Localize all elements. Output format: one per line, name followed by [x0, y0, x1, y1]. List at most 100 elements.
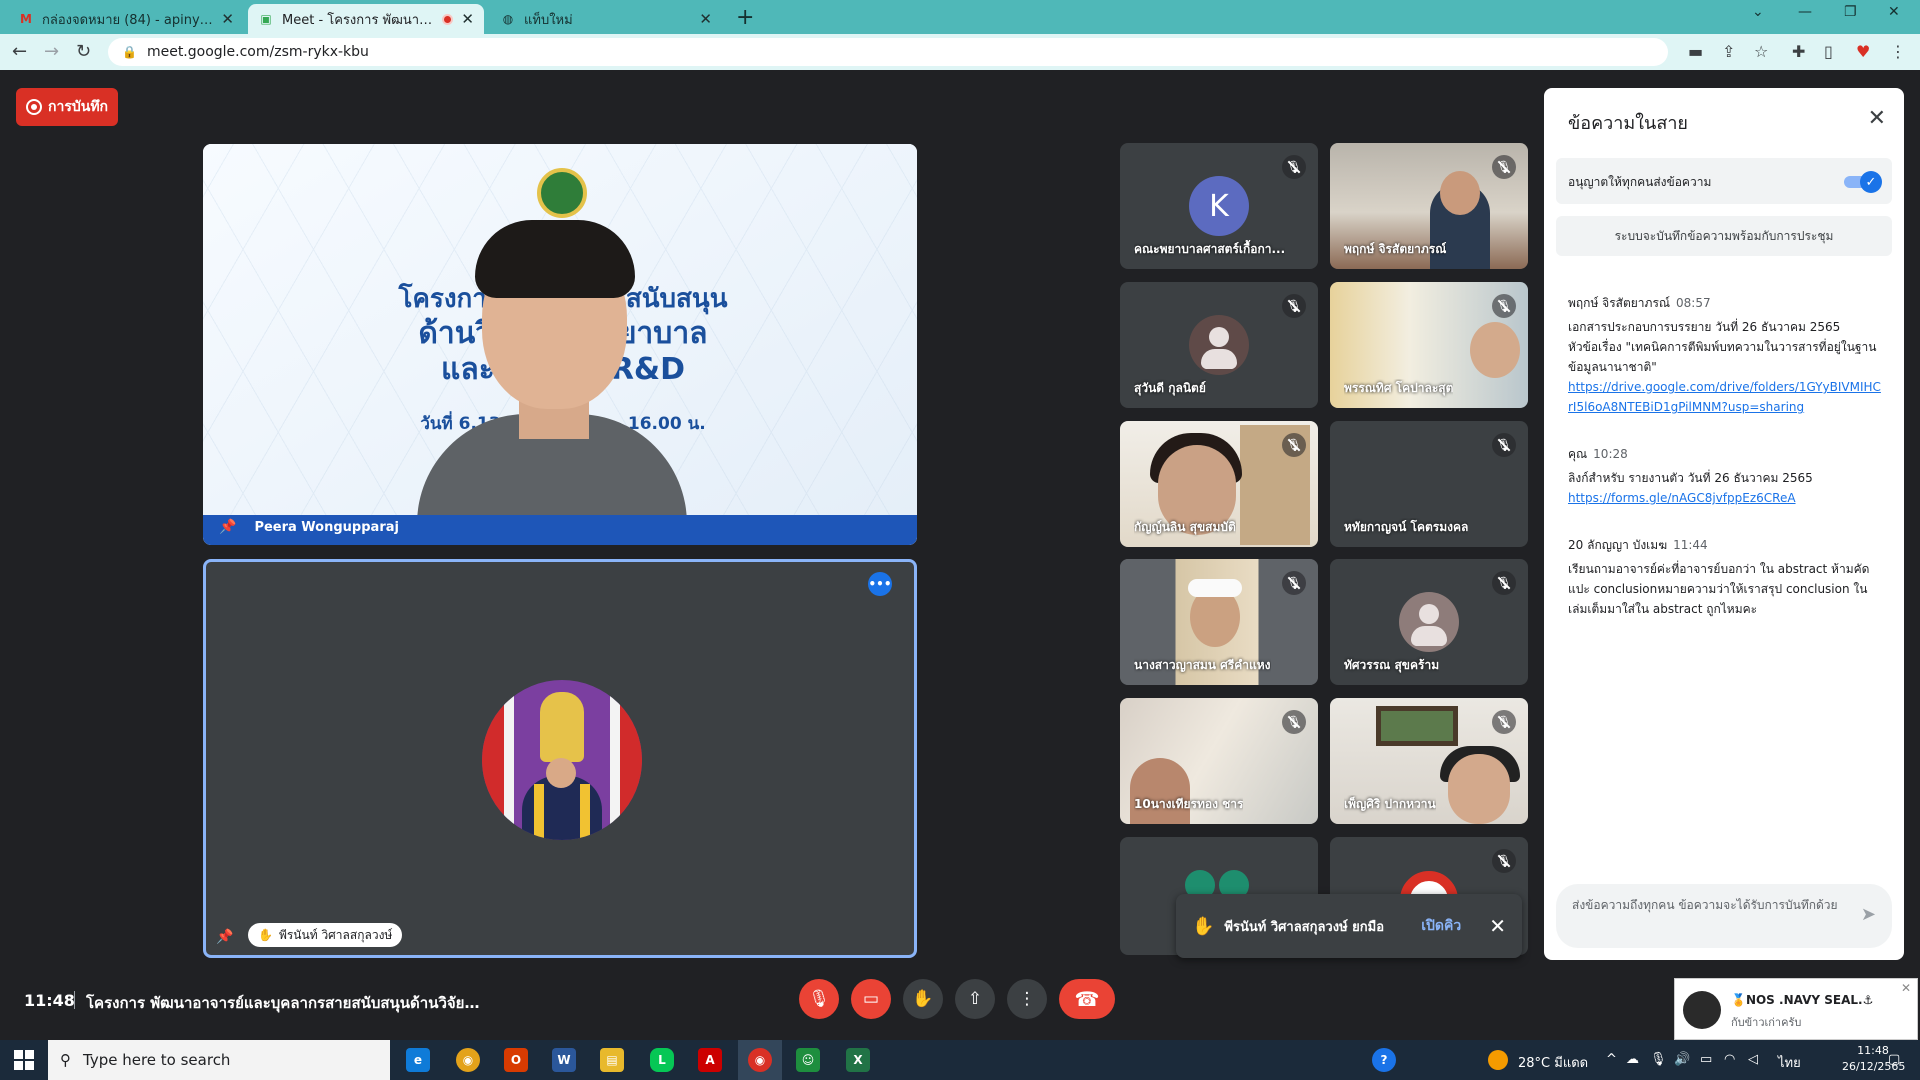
sidepanel-icon[interactable]: ▯ [1824, 42, 1833, 61]
restore-icon[interactable]: ❐ [1844, 4, 1857, 20]
message-time: 11:44 [1673, 538, 1708, 552]
wifi-icon[interactable]: ◠ [1724, 1052, 1735, 1067]
close-icon[interactable]: ✕ [1868, 106, 1886, 131]
weather-text[interactable]: 28°C มีแดด [1518, 1052, 1588, 1073]
pin-icon[interactable]: 📌 [216, 929, 233, 945]
muted-mic-icon: 🎙 [1492, 433, 1516, 457]
participant-tile[interactable]: 🎙 ทัศวรรณ สุขคร้าม [1330, 559, 1528, 685]
menu-dots-icon[interactable]: ⋮ [1890, 42, 1906, 61]
input-language[interactable]: ไทย [1778, 1052, 1801, 1073]
extensions-icon[interactable]: ✚ [1792, 42, 1805, 61]
camera-off-button[interactable]: ▭ [851, 979, 891, 1019]
browser-tab-strip: M กล่องจดหมาย (84) - apinya.kae@n ✕ ▣ Me… [0, 0, 1920, 34]
participant-tile[interactable]: 🎙 นางสาวญาสมน ศรีคำแหง [1120, 559, 1318, 685]
present-button[interactable]: ⇧ [955, 979, 995, 1019]
edge-icon[interactable]: e [406, 1048, 430, 1072]
message-input[interactable]: ส่งข้อความถึงทุกคน ข้อความจะได้รับการบัน… [1556, 884, 1892, 948]
pin-icon[interactable]: 📌 [219, 519, 236, 535]
participant-tile[interactable]: 🎙 สุวันดี กุลนิตย์ [1120, 282, 1318, 408]
avatar [1683, 991, 1721, 1029]
help-icon[interactable]: ? [1372, 1048, 1396, 1072]
participant-name: 10นางเทียรทอง ชาร [1134, 797, 1244, 811]
tab-new[interactable]: ◍ แท็บใหม่ ✕ [490, 4, 722, 34]
meet-icon: ▣ [260, 12, 272, 26]
participant-tile[interactable]: K 🎙 คณะพยาบาลศาสตร์เกื้อกา... [1120, 143, 1318, 269]
tray-chevron-icon[interactable]: ^ [1606, 1052, 1617, 1067]
bookmark-star-icon[interactable]: ☆ [1754, 42, 1768, 61]
network-icon[interactable]: ☁ [1626, 1052, 1639, 1067]
more-options-icon[interactable]: ••• [868, 572, 892, 596]
participant-tile[interactable]: 🎙 กัญญ์นลิน สุขสมบัติ [1120, 421, 1318, 547]
notifications-icon[interactable]: ▢ [1888, 1052, 1900, 1067]
word-icon[interactable]: W [552, 1048, 576, 1072]
close-icon[interactable]: ✕ [1489, 914, 1506, 938]
excel-icon[interactable]: X [846, 1048, 870, 1072]
url-text: meet.google.com/zsm-rykx-kbu [146, 44, 369, 60]
mic-icon[interactable]: 🎙 [1650, 1052, 1667, 1067]
address-bar-row: ← → ↻ 🔒 meet.google.com/zsm-rykx-kbu ▬ ⇪… [0, 34, 1920, 70]
taskbar-search-input[interactable]: ⚲ Type here to search [48, 1040, 390, 1080]
close-tab-icon[interactable]: ✕ [699, 10, 712, 28]
record-icon [26, 99, 42, 115]
muted-mic-icon: 🎙 [1492, 710, 1516, 734]
participant-tile[interactable]: 🎙 พฤกษ์ จิรสัตยาภรณ์ [1330, 143, 1528, 269]
back-icon[interactable]: ← [12, 41, 27, 62]
chat-notification[interactable]: 🏅NOS .NAVY SEAL.⚓ กับข้าวเก่าครับ ✕ [1674, 978, 1918, 1040]
control-bar: 11:48 โครงการ พัฒนาอาจารย์และบุคลากรสายส… [0, 965, 1920, 1035]
chat-message: พฤกษ์ จิรสัตยาภรณ์ 08:57 เอกสารประกอบการบร… [1568, 294, 1884, 417]
minimize-icon[interactable]: — [1798, 4, 1812, 20]
url-field[interactable]: 🔒 meet.google.com/zsm-rykx-kbu [108, 38, 1668, 66]
message-link[interactable]: https://forms.gle/nAGC8jvfppEz6CReA [1568, 488, 1884, 508]
line-icon[interactable]: L [650, 1048, 674, 1072]
microphone-off-button[interactable]: 🎙 [799, 979, 839, 1019]
extension-icon[interactable]: ♥ [1856, 42, 1870, 61]
share-icon[interactable]: ⇪ [1722, 42, 1735, 61]
message-list: พฤกษ์ จิรสัตยาภรณ์ 08:57 เอกสารประกอบการบร… [1568, 294, 1884, 647]
muted-mic-icon: 🎙 [1492, 155, 1516, 179]
acrobat-icon[interactable]: A [698, 1048, 722, 1072]
volume-icon[interactable]: 🔊 [1674, 1052, 1690, 1067]
send-icon[interactable]: ➤ [1861, 904, 1876, 925]
recording-info: ระบบจะบันทึกข้อความพร้อมกับการประชุม [1556, 216, 1892, 256]
active-speaker-tile[interactable]: ••• 📌 ✋ พีรนันท์ วิศาลสกุลวงษ์ [203, 559, 917, 958]
more-options-button[interactable]: ⋮ [1007, 979, 1047, 1019]
close-window-icon[interactable]: ✕ [1888, 4, 1900, 20]
tab-search-icon[interactable]: ⌄ [1752, 4, 1764, 20]
participant-tile[interactable]: 🎙 10นางเทียรทอง ชาร [1120, 698, 1318, 824]
close-tab-icon[interactable]: ✕ [461, 10, 474, 28]
reload-icon[interactable]: ↻ [76, 41, 91, 62]
message-text: ข้อมูลนานาชาติ" [1568, 360, 1657, 374]
notification-sender: 🏅NOS .NAVY SEAL.⚓ [1731, 993, 1874, 1007]
tab-gmail[interactable]: M กล่องจดหมาย (84) - apinya.kae@n ✕ [8, 4, 244, 34]
close-icon[interactable]: ✕ [1901, 981, 1911, 995]
allow-messages-toggle[interactable]: ✓ [1844, 171, 1882, 193]
muted-mic-icon: 🎙 [1282, 294, 1306, 318]
participant-name: พีรนันท์ วิศาลสกุลวงษ์ [278, 927, 393, 942]
contacts-icon[interactable]: ☺ [796, 1048, 820, 1072]
participant-tile[interactable]: 🎙 หทัยกาญจน์ โคตรมงคล [1330, 421, 1528, 547]
chrome-active-icon[interactable]: ◉ [748, 1048, 772, 1072]
chrome-icon[interactable]: ◉ [456, 1048, 480, 1072]
raise-hand-toast: ✋ พีรนันท์ วิศาลสกุลวงษ์ ยกมือ เปิดคิว ✕ [1176, 894, 1522, 958]
file-explorer-icon[interactable]: ▤ [600, 1048, 624, 1072]
recording-button[interactable]: การบันทึก [16, 88, 118, 126]
raise-hand-button[interactable]: ✋ [903, 979, 943, 1019]
close-tab-icon[interactable]: ✕ [221, 10, 234, 28]
office-icon[interactable]: O [504, 1048, 528, 1072]
speaker-icon[interactable]: ◁ [1748, 1052, 1758, 1067]
forward-icon[interactable]: → [44, 41, 59, 62]
leave-call-button[interactable]: ☎ [1059, 979, 1115, 1019]
message-link[interactable]: https://drive.google.com/drive/folders/1… [1568, 377, 1884, 417]
participant-name: กัญญ์นลิน สุขสมบัติ [1134, 520, 1236, 534]
camera-icon[interactable]: ▬ [1688, 42, 1703, 61]
participant-tile[interactable]: 🎙 เพ็ญศิริ ปากหวาน [1330, 698, 1528, 824]
monitor-icon[interactable]: ▭ [1700, 1052, 1712, 1067]
message-sender: พฤกษ์ จิรสัตยาภรณ์ [1568, 296, 1671, 310]
windows-start-icon[interactable] [14, 1050, 34, 1070]
presenter-tile[interactable]: โครงการพัฒ กรสายสนับสนุน ด้านวิจัยเ การพ… [203, 144, 917, 545]
participant-name: พรรณทิศ โคปาละสุต [1344, 381, 1454, 395]
new-tab-icon[interactable]: + [736, 5, 754, 30]
open-queue-button[interactable]: เปิดคิว [1421, 915, 1461, 937]
tab-meet[interactable]: ▣ Meet - โครงการ พัฒนาอาจารย์ ✕ [248, 4, 484, 34]
participant-tile[interactable]: 🎙 พรรณทิศ โคปาละสุต [1330, 282, 1528, 408]
